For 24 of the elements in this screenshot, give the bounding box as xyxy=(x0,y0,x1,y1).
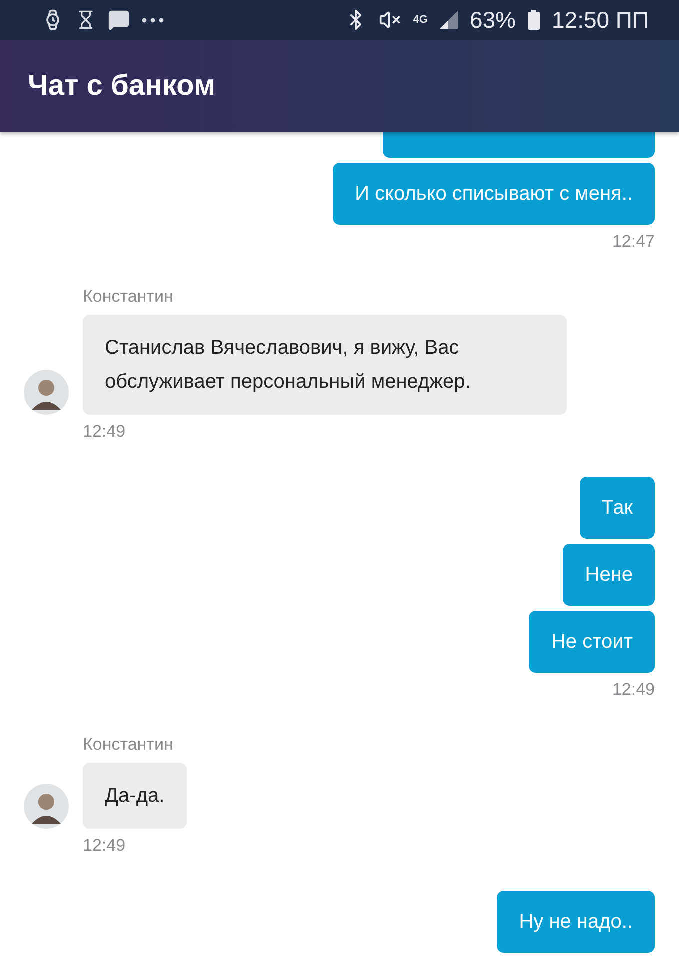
message-time: 12:49 xyxy=(83,835,126,857)
clock-time: 12:50 ПП xyxy=(552,6,649,34)
sender-name: Константин xyxy=(83,735,174,755)
message-bubble: Станислав Вячеславович, я вижу, Вас обслуживает персональный менеджер. xyxy=(83,315,567,415)
message-bubble: Так xyxy=(580,477,655,539)
message-time: 12:49 xyxy=(612,679,655,701)
message-icon xyxy=(108,9,130,31)
network-label: 4G xyxy=(413,14,428,26)
avatar-icon xyxy=(24,370,69,415)
signal-icon xyxy=(440,11,458,29)
battery-percent: 63% xyxy=(470,6,516,34)
message-bubble: И сколько списывают с меня.. xyxy=(333,163,655,225)
mute-icon xyxy=(379,9,402,31)
message-bubble: Ну не надо.. xyxy=(497,891,655,953)
sender-name: Константин xyxy=(83,287,174,307)
message-bubble: Нене xyxy=(563,544,655,606)
message-bubble: Да-да. xyxy=(83,763,187,829)
message-time: 12:47 xyxy=(612,231,655,253)
more-icon xyxy=(142,18,164,22)
message-bubble: Не стоит xyxy=(529,611,655,673)
battery-icon xyxy=(528,10,540,30)
avatar-icon xyxy=(24,784,69,829)
message-time: 12:49 xyxy=(83,421,126,443)
chat-title: Чат с банком xyxy=(28,70,216,102)
